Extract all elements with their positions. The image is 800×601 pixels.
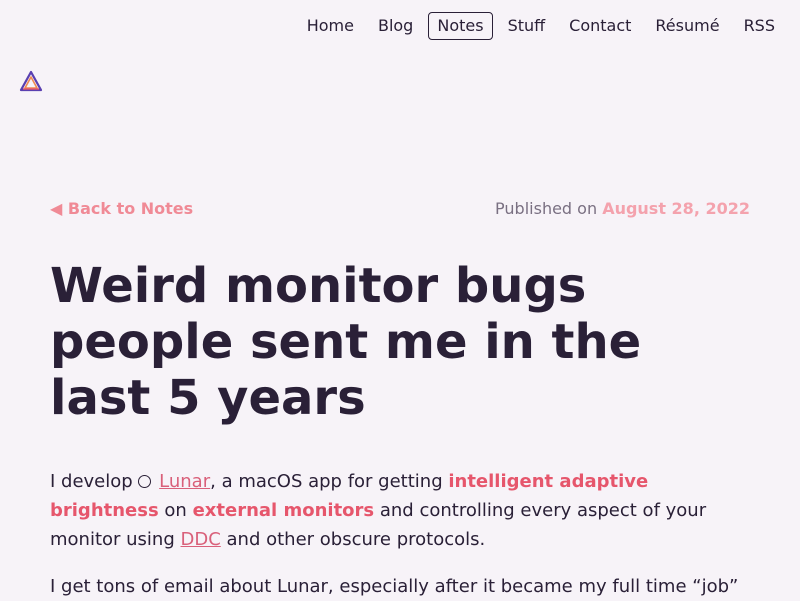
- nav-blog[interactable]: Blog: [369, 12, 422, 40]
- nav-resume[interactable]: Résumé: [646, 12, 728, 40]
- published-date: August 28, 2022: [602, 199, 750, 218]
- second-paragraph: I get tons of email about Lunar, especia…: [50, 576, 739, 597]
- text-segment: , a macOS app for getting: [210, 471, 449, 492]
- page-title: Weird monitor bugs people sent me in the…: [50, 258, 642, 426]
- top-nav: Home Blog Notes Stuff Contact Résumé RSS: [292, 12, 784, 40]
- published-info: Published on August 28, 2022: [495, 199, 750, 219]
- text-segment: on: [158, 500, 193, 521]
- nav-home[interactable]: Home: [298, 12, 363, 40]
- triangle-logo-icon[interactable]: [19, 70, 43, 92]
- ddc-link[interactable]: DDC: [181, 529, 221, 550]
- intro-paragraph: I develop Lunar, a macOS app for getting…: [50, 467, 750, 554]
- nav-stuff[interactable]: Stuff: [499, 12, 555, 40]
- text-segment: I develop: [50, 471, 139, 492]
- published-prefix: Published on: [495, 199, 603, 218]
- back-to-notes-link[interactable]: ◀ Back to Notes: [50, 199, 193, 219]
- nav-notes[interactable]: Notes: [428, 12, 493, 40]
- lunar-circle-icon: [138, 475, 152, 488]
- article-meta: ◀ Back to Notes Published on August 28, …: [50, 199, 750, 219]
- lunar-link[interactable]: Lunar: [159, 471, 210, 492]
- nav-rss[interactable]: RSS: [735, 12, 784, 40]
- nav-contact[interactable]: Contact: [560, 12, 640, 40]
- text-segment: and other obscure protocols.: [220, 529, 486, 550]
- highlight-external-monitors: external monitors: [192, 500, 375, 521]
